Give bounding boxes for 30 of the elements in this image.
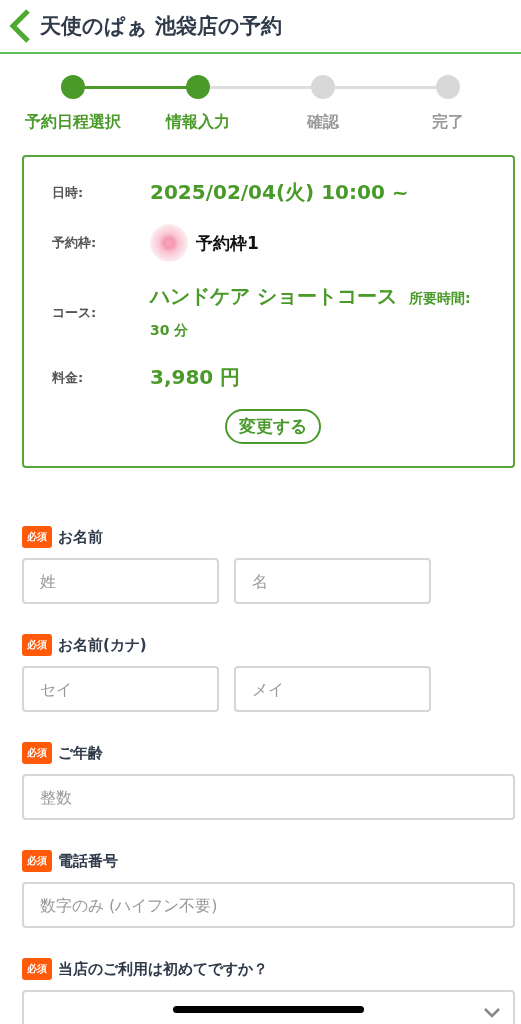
required-badge: 必須 <box>22 526 52 548</box>
step-label: 情報入力 <box>165 112 230 133</box>
field-label: お名前(カナ) <box>58 635 147 655</box>
change-button[interactable]: 変更する <box>224 409 321 444</box>
summary-label: 予約枠: <box>52 234 98 252</box>
input-field[interactable]: 整数 <box>22 774 515 820</box>
page-title: 天使のぱぁ 池袋店の予約 <box>40 13 283 40</box>
field-label: お名前 <box>58 527 103 547</box>
summary-label: 料金: <box>52 368 85 387</box>
summary-label: コース: <box>52 304 98 322</box>
slot-value: 予約枠1 <box>196 231 259 255</box>
field-label: 当店のご利用は初めてですか？ <box>58 959 268 979</box>
field-label: ご年齢 <box>58 743 103 763</box>
required-badge: 必須 <box>22 634 52 656</box>
input-field[interactable]: 数字のみ (ハイフン不要) <box>22 882 515 928</box>
step-label: 確認 <box>307 112 340 133</box>
required-badge: 必須 <box>22 958 52 980</box>
input-field[interactable]: セイ <box>22 666 219 712</box>
required-badge: 必須 <box>22 742 52 764</box>
input-field[interactable]: 名 <box>234 558 431 604</box>
step-label: 予約日程選択 <box>24 112 121 133</box>
course-text: ハンドケア ショートコース 所要時間: 30 分 <box>150 283 472 340</box>
datetime-value: 2025/02/04(火) 10:00 ~ <box>150 179 410 206</box>
fee-value: 3,980 円 <box>150 364 242 391</box>
summary-label: 日時: <box>52 183 85 202</box>
input-field[interactable]: メイ <box>234 666 431 712</box>
required-badge: 必須 <box>22 850 52 872</box>
input-field[interactable]: 姓 <box>22 558 219 604</box>
field-label: 電話番号 <box>58 851 118 871</box>
step-label: 完了 <box>432 112 465 133</box>
